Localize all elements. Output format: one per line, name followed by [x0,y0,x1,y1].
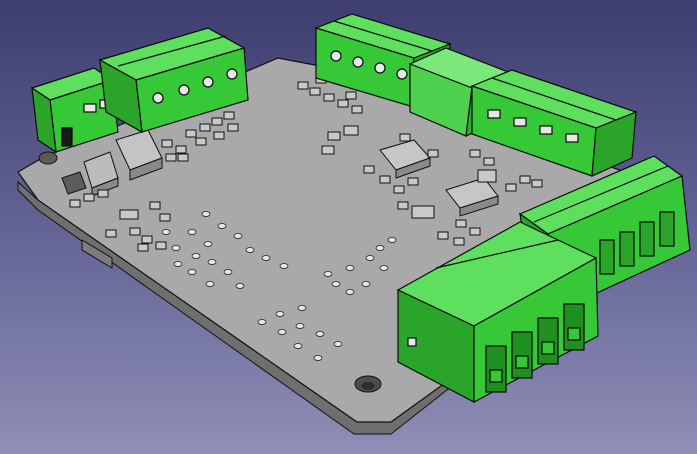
pcb-3d-model[interactable] [0,0,697,454]
3d-viewport[interactable] [0,0,697,454]
mounting-hole [38,151,58,165]
